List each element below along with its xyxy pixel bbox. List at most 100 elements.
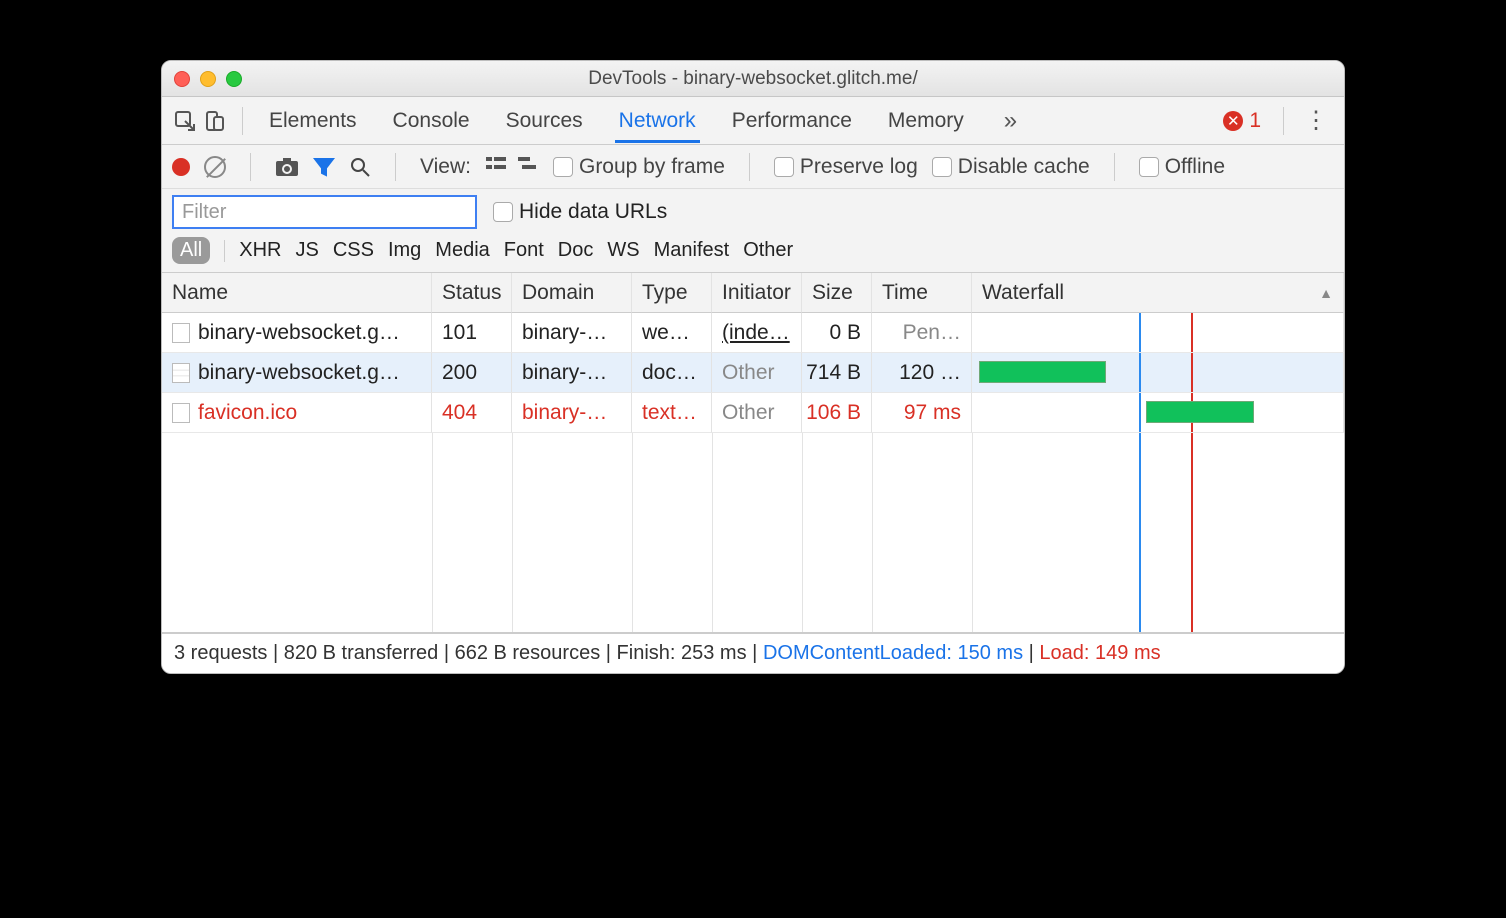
filter-js[interactable]: JS: [295, 239, 318, 262]
offline-checkbox[interactable]: Offline: [1139, 155, 1225, 179]
cell-size: 714 B: [802, 353, 872, 393]
separator: [395, 153, 396, 181]
col-type[interactable]: Type: [632, 273, 712, 313]
filter-all[interactable]: All: [172, 237, 210, 264]
device-toolbar-icon[interactable]: [202, 108, 228, 134]
separator: [1114, 153, 1115, 181]
clear-button[interactable]: [204, 156, 226, 178]
cell-name: favicon.ico: [162, 393, 432, 433]
cell-status: 101: [432, 313, 512, 353]
waterfall-bar: [1146, 401, 1254, 423]
window-title: DevTools - binary-websocket.glitch.me/: [162, 68, 1344, 90]
tab-sources[interactable]: Sources: [502, 99, 587, 143]
more-tabs-icon[interactable]: »: [996, 107, 1025, 135]
cell-name: binary-websocket.g…: [162, 353, 432, 393]
cell-time: 120 …: [872, 353, 972, 393]
large-rows-icon[interactable]: [485, 155, 507, 179]
screenshot-icon[interactable]: [275, 157, 299, 177]
col-status[interactable]: Status: [432, 273, 512, 313]
filter-xhr[interactable]: XHR: [239, 239, 281, 262]
titlebar: DevTools - binary-websocket.glitch.me/: [162, 61, 1344, 97]
separator: [242, 107, 243, 135]
cell-waterfall: [972, 353, 1344, 393]
tab-elements[interactable]: Elements: [265, 99, 361, 143]
requests-table: Name Status Domain Type Initiator Size T…: [162, 273, 1344, 633]
cell-domain: binary-…: [512, 353, 632, 393]
error-badge[interactable]: ✕ 1: [1223, 109, 1261, 133]
network-toolbar: View: Group by frame Preserve log Disabl…: [162, 145, 1344, 189]
view-mode-icons: [485, 155, 539, 179]
cell-waterfall: [972, 393, 1344, 433]
group-by-frame-checkbox[interactable]: Group by frame: [553, 155, 725, 179]
settings-menu-icon[interactable]: ⋮: [1298, 106, 1334, 135]
filter-bar: Hide data URLs: [162, 189, 1344, 231]
separator: [250, 153, 251, 181]
filter-font[interactable]: Font: [504, 239, 544, 262]
search-icon[interactable]: [349, 156, 371, 178]
col-initiator[interactable]: Initiator: [712, 273, 802, 313]
overview-icon[interactable]: [517, 155, 539, 179]
tab-performance[interactable]: Performance: [728, 99, 856, 143]
type-filter-bar: All XHR JS CSS Img Media Font Doc WS Man…: [162, 231, 1344, 273]
status-load: Load: 149 ms: [1039, 642, 1160, 664]
cell-initiator: Other: [712, 353, 802, 393]
file-icon: [172, 403, 190, 423]
filter-img[interactable]: Img: [388, 239, 421, 262]
record-button[interactable]: [172, 158, 190, 176]
cell-initiator: Other: [712, 393, 802, 433]
cell-time: 97 ms: [872, 393, 972, 433]
cell-time: Pen…: [872, 313, 972, 353]
inspect-element-icon[interactable]: [172, 108, 198, 134]
devtools-window: DevTools - binary-websocket.glitch.me/ E…: [161, 60, 1345, 674]
cell-type: text…: [632, 393, 712, 433]
error-icon: ✕: [1223, 111, 1243, 131]
hide-data-urls-checkbox[interactable]: Hide data URLs: [493, 200, 667, 224]
cell-status: 200: [432, 353, 512, 393]
filter-media[interactable]: Media: [435, 239, 489, 262]
panel-tab-strip: Elements Console Sources Network Perform…: [162, 97, 1344, 145]
filter-css[interactable]: CSS: [333, 239, 374, 262]
disable-cache-checkbox[interactable]: Disable cache: [932, 155, 1090, 179]
cell-initiator: (inde…: [712, 313, 802, 353]
filter-toggle-icon[interactable]: [313, 156, 335, 178]
tab-console[interactable]: Console: [389, 99, 474, 143]
col-waterfall[interactable]: Waterfall: [972, 273, 1344, 313]
col-size[interactable]: Size: [802, 273, 872, 313]
table-empty-area: [162, 433, 1344, 633]
status-dcl: DOMContentLoaded: 150 ms: [763, 642, 1023, 664]
cell-name: binary-websocket.g…: [162, 313, 432, 353]
status-bar: 3 requests | 820 B transferred | 662 B r…: [162, 633, 1344, 673]
col-name[interactable]: Name: [162, 273, 432, 313]
cell-waterfall: [972, 313, 1344, 353]
filter-doc[interactable]: Doc: [558, 239, 594, 262]
cell-status: 404: [432, 393, 512, 433]
separator: [1283, 107, 1284, 135]
separator: [749, 153, 750, 181]
status-requests: 3 requests: [174, 642, 267, 664]
tab-memory[interactable]: Memory: [884, 99, 968, 143]
cell-size: 106 B: [802, 393, 872, 433]
col-domain[interactable]: Domain: [512, 273, 632, 313]
separator: [224, 240, 225, 262]
filter-ws[interactable]: WS: [607, 239, 639, 262]
tab-network[interactable]: Network: [615, 99, 700, 143]
cell-domain: binary-…: [512, 313, 632, 353]
view-label: View:: [420, 155, 471, 179]
filter-manifest[interactable]: Manifest: [654, 239, 730, 262]
panel-tabs: Elements Console Sources Network Perform…: [257, 99, 1211, 143]
status-finish: Finish: 253 ms: [617, 642, 747, 664]
waterfall-bar: [979, 361, 1105, 383]
cell-domain: binary-…: [512, 393, 632, 433]
col-time[interactable]: Time: [872, 273, 972, 313]
filter-input[interactable]: [172, 195, 477, 229]
cell-type: we…: [632, 313, 712, 353]
cell-size: 0 B: [802, 313, 872, 353]
preserve-log-checkbox[interactable]: Preserve log: [774, 155, 918, 179]
error-count: 1: [1249, 109, 1261, 133]
filter-other[interactable]: Other: [743, 239, 793, 262]
cell-type: doc…: [632, 353, 712, 393]
file-icon: [172, 323, 190, 343]
status-transferred: 820 B transferred: [284, 642, 439, 664]
file-icon: [172, 363, 190, 383]
status-resources: 662 B resources: [455, 642, 601, 664]
